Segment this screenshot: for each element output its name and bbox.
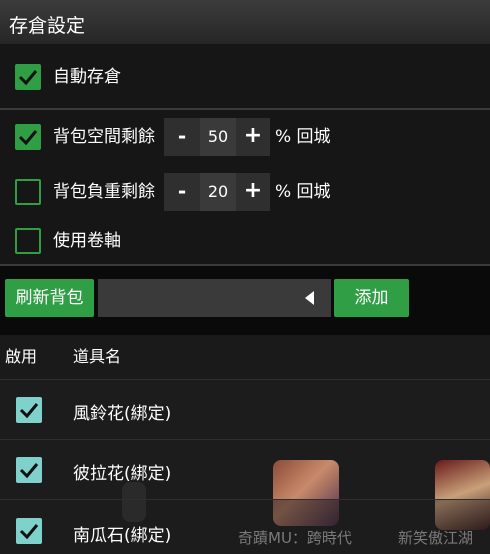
- add-button[interactable]: 添加: [334, 279, 409, 317]
- decrement-button[interactable]: -: [164, 173, 200, 211]
- settings-header: 存倉設定: [0, 0, 490, 44]
- ad-thumbnail: [122, 500, 146, 522]
- item-name: 風鈴花(綁定): [73, 404, 172, 424]
- triangle-left-icon: [305, 291, 314, 305]
- ad-thumbnail: [435, 500, 490, 530]
- space-remain-stepper: - 50 +: [164, 118, 270, 156]
- row-enabled-checkbox[interactable]: [16, 457, 42, 483]
- auto-store-checkbox[interactable]: [15, 64, 41, 90]
- ad-thumbnail: [435, 460, 490, 500]
- ad-thumbnail: [273, 460, 339, 500]
- table-row[interactable]: 彼拉花(綁定): [0, 439, 490, 500]
- item-select-dropdown[interactable]: [98, 279, 331, 317]
- section-divider: [0, 264, 490, 266]
- weight-remain-stepper: - 20 +: [164, 173, 270, 211]
- ad-caption: 奇蹟MU：跨時代: [238, 529, 352, 547]
- space-remain-label: 背包空間剩餘: [53, 127, 155, 147]
- use-scroll-checkbox[interactable]: [15, 228, 41, 254]
- increment-button[interactable]: +: [236, 173, 270, 211]
- table-header: 啟用 道具名: [0, 335, 490, 379]
- column-header-enabled: 啟用: [5, 347, 38, 366]
- space-remain-checkbox[interactable]: [15, 124, 41, 150]
- weight-remain-suffix: % 回城: [275, 182, 331, 202]
- weight-remain-label: 背包負重剩餘: [53, 182, 155, 202]
- increment-button[interactable]: +: [236, 118, 270, 156]
- table-row[interactable]: 風鈴花(綁定): [0, 379, 490, 440]
- item-name: 南瓜石(綁定): [73, 526, 172, 546]
- auto-store-label: 自動存倉: [53, 67, 121, 87]
- space-remain-value[interactable]: 50: [200, 118, 236, 156]
- check-icon: [18, 70, 38, 86]
- weight-remain-value[interactable]: 20: [200, 173, 236, 211]
- check-icon: [19, 524, 39, 540]
- table-row[interactable]: 南瓜石(綁定) 奇蹟MU：跨時代 新笑傲江湖: [0, 499, 490, 554]
- ad-thumbnail: [273, 500, 339, 526]
- weight-remain-checkbox[interactable]: [15, 179, 41, 205]
- row-enabled-checkbox[interactable]: [16, 397, 42, 423]
- use-scroll-label: 使用卷軸: [53, 231, 121, 251]
- row-enabled-checkbox[interactable]: [16, 518, 42, 544]
- column-header-item-name: 道具名: [73, 347, 122, 366]
- decrement-button[interactable]: -: [164, 118, 200, 156]
- check-icon: [19, 403, 39, 419]
- ad-thumbnail: [122, 482, 146, 500]
- space-remain-suffix: % 回城: [275, 127, 331, 147]
- refresh-bag-button[interactable]: 刷新背包: [5, 279, 94, 317]
- ad-caption: 新笑傲江湖: [398, 529, 474, 547]
- check-icon: [18, 130, 38, 146]
- page-title: 存倉設定: [9, 15, 86, 37]
- check-icon: [19, 463, 39, 479]
- item-name: 彼拉花(綁定): [73, 464, 172, 484]
